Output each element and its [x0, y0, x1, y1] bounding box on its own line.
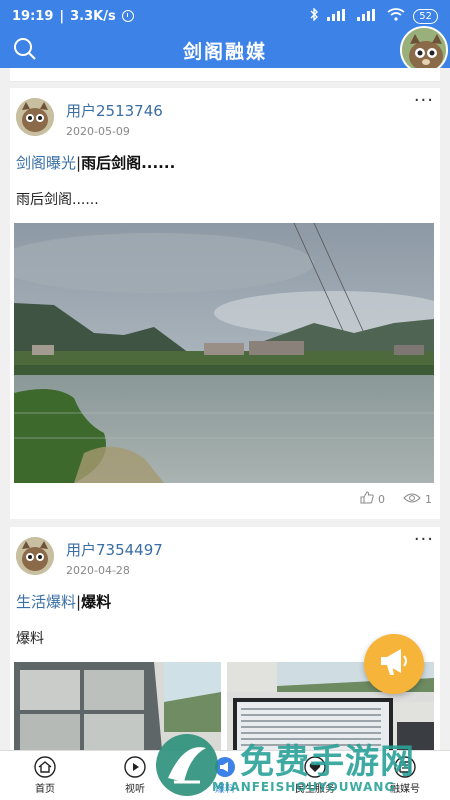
tab-label: 视听: [125, 784, 145, 795]
more-options-icon[interactable]: ···: [414, 90, 434, 111]
post-category[interactable]: 生活爆料: [16, 593, 76, 611]
tab-home[interactable]: 首页: [0, 751, 90, 800]
user-name[interactable]: 用户2513746: [66, 100, 163, 121]
status-time: 19:19: [12, 8, 54, 24]
tablet-icon: [394, 756, 416, 778]
home-icon: [34, 756, 56, 778]
signal-icon-2: [357, 8, 379, 24]
wifi-icon: [387, 8, 405, 24]
profile-avatar[interactable]: [400, 26, 448, 74]
post-headline[interactable]: 剑阁曝光|雨后剑阁......: [14, 152, 436, 173]
view-count: 1: [425, 492, 432, 506]
post-category[interactable]: 剑阁曝光: [16, 154, 76, 172]
app-header: 剑阁融媒: [0, 26, 450, 74]
like-count: 0: [378, 492, 385, 506]
alarm-icon: [121, 10, 134, 22]
app-title: 剑阁融媒: [182, 40, 267, 63]
view-counter: 1: [403, 492, 432, 507]
user-avatar[interactable]: [16, 537, 54, 575]
more-options-icon[interactable]: ···: [414, 529, 434, 550]
post-card[interactable]: ··· 用户7354497 2020-04-28 生活爆料|爆料 爆料: [10, 527, 440, 750]
app-root: 19:19 | 3.3K/s 52 剑阁融媒 ··· 用户2513746 202…: [0, 0, 450, 800]
tab-video[interactable]: 视听: [90, 751, 180, 800]
post-summary: 雨后剑阁......: [16, 192, 99, 208]
signal-icon: [327, 8, 349, 24]
previous-card-edge: [10, 68, 440, 82]
broadcast-icon: [214, 756, 236, 778]
tab-label: 民生服务: [295, 784, 335, 795]
post-date: 2020-05-09: [66, 125, 130, 138]
tab-media-account[interactable]: 融媒号: [360, 751, 450, 800]
network-speed: 3.3K/s: [70, 8, 116, 24]
user-name[interactable]: 用户7354497: [66, 539, 163, 560]
play-icon: [124, 756, 146, 778]
bottom-tab-bar: 首页 视听 爆料 民生服务 融媒号: [0, 750, 450, 800]
post-title[interactable]: 爆料: [81, 593, 111, 611]
post-card[interactable]: ··· 用户2513746 2020-05-09 剑阁曝光|雨后剑阁......…: [10, 88, 440, 519]
tab-label: 爆料: [215, 784, 235, 795]
tab-label: 融媒号: [390, 784, 420, 795]
user-avatar[interactable]: [16, 98, 54, 136]
post-photo[interactable]: [14, 223, 434, 483]
broadcast-fab[interactable]: [364, 634, 424, 694]
status-bar: 19:19 | 3.3K/s 52: [0, 0, 450, 32]
like-button[interactable]: 0: [360, 491, 385, 507]
battery-indicator: 52: [413, 8, 438, 24]
tab-report[interactable]: 爆料: [180, 751, 270, 800]
post-date: 2020-04-28: [66, 564, 130, 577]
eye-icon: [403, 492, 421, 507]
tab-label: 首页: [35, 784, 55, 795]
post-photo[interactable]: [14, 662, 221, 750]
post-headline[interactable]: 生活爆料|爆料: [14, 591, 436, 612]
post-stats: 0 1: [14, 483, 436, 515]
search-icon[interactable]: [12, 36, 38, 62]
megaphone-icon: [377, 647, 411, 681]
post-title[interactable]: 雨后剑阁......: [81, 154, 175, 172]
thumbs-up-icon: [360, 491, 374, 507]
tab-services[interactable]: 民生服务: [270, 751, 360, 800]
bluetooth-icon: [310, 7, 319, 24]
heart-icon: [304, 756, 326, 778]
